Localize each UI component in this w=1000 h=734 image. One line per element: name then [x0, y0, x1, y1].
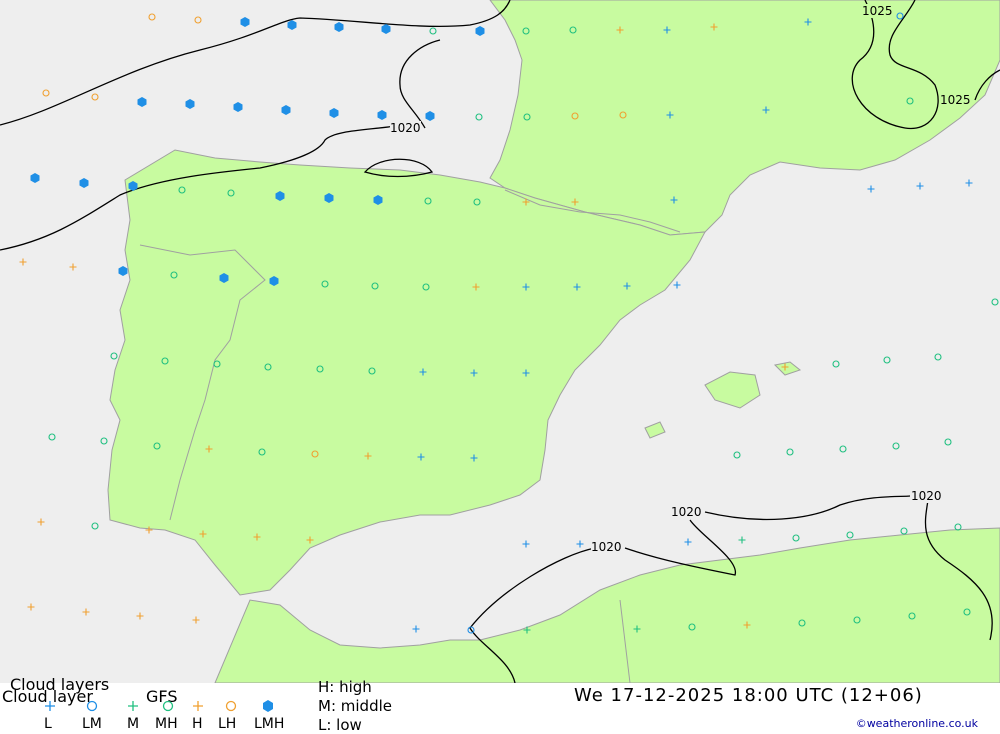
legend-code-m: M: [127, 716, 140, 732]
isobar-label: 1020: [671, 505, 702, 519]
isobar-label: 1025: [862, 4, 893, 18]
credit-link[interactable]: ©weatheronline.co.uk: [856, 717, 978, 730]
legend-code-lh: LH: [218, 716, 237, 732]
isobar-label: 1020: [591, 540, 622, 554]
isobar-label: 1020: [911, 489, 942, 503]
legend-symbol-l: [44, 700, 56, 715]
legend-symbol-lmh: [262, 700, 274, 715]
legend-code-h: H: [192, 716, 203, 732]
legend-symbol-lm: [86, 700, 98, 715]
land-ibiza: [644, 421, 666, 439]
level-middle: M: middle: [318, 697, 392, 715]
weather-map: 1020 1025 1025 1020 1020 1020: [0, 0, 1000, 683]
isobar-1020-north: [0, 0, 511, 126]
land-mallorca: [704, 371, 761, 409]
legend-bar: Cloud layers Cloud layer GFS H: high M: …: [0, 675, 1000, 734]
level-high: H: high: [318, 678, 372, 696]
legend-symbol-h: [192, 700, 204, 715]
legend-symbol-mh: [162, 700, 174, 715]
isobar-label: 1025: [940, 93, 971, 107]
legend-symbol-lh: [225, 700, 237, 715]
isobar-1020-med: [704, 495, 911, 521]
legend-code-lmh: LMH: [254, 716, 285, 732]
legend-code-mh: MH: [155, 716, 178, 732]
legend-code-lm: LM: [82, 716, 102, 732]
map-canvas: [0, 0, 1000, 683]
legend-code-l: L: [44, 716, 52, 732]
land-france: [489, 0, 1000, 236]
valid-datetime: We 17-12-2025 18:00 UTC (12+06): [574, 685, 923, 706]
isobar-label: 1020: [390, 121, 421, 135]
level-low: L: low: [318, 716, 362, 734]
legend-symbol-m: [127, 700, 139, 715]
